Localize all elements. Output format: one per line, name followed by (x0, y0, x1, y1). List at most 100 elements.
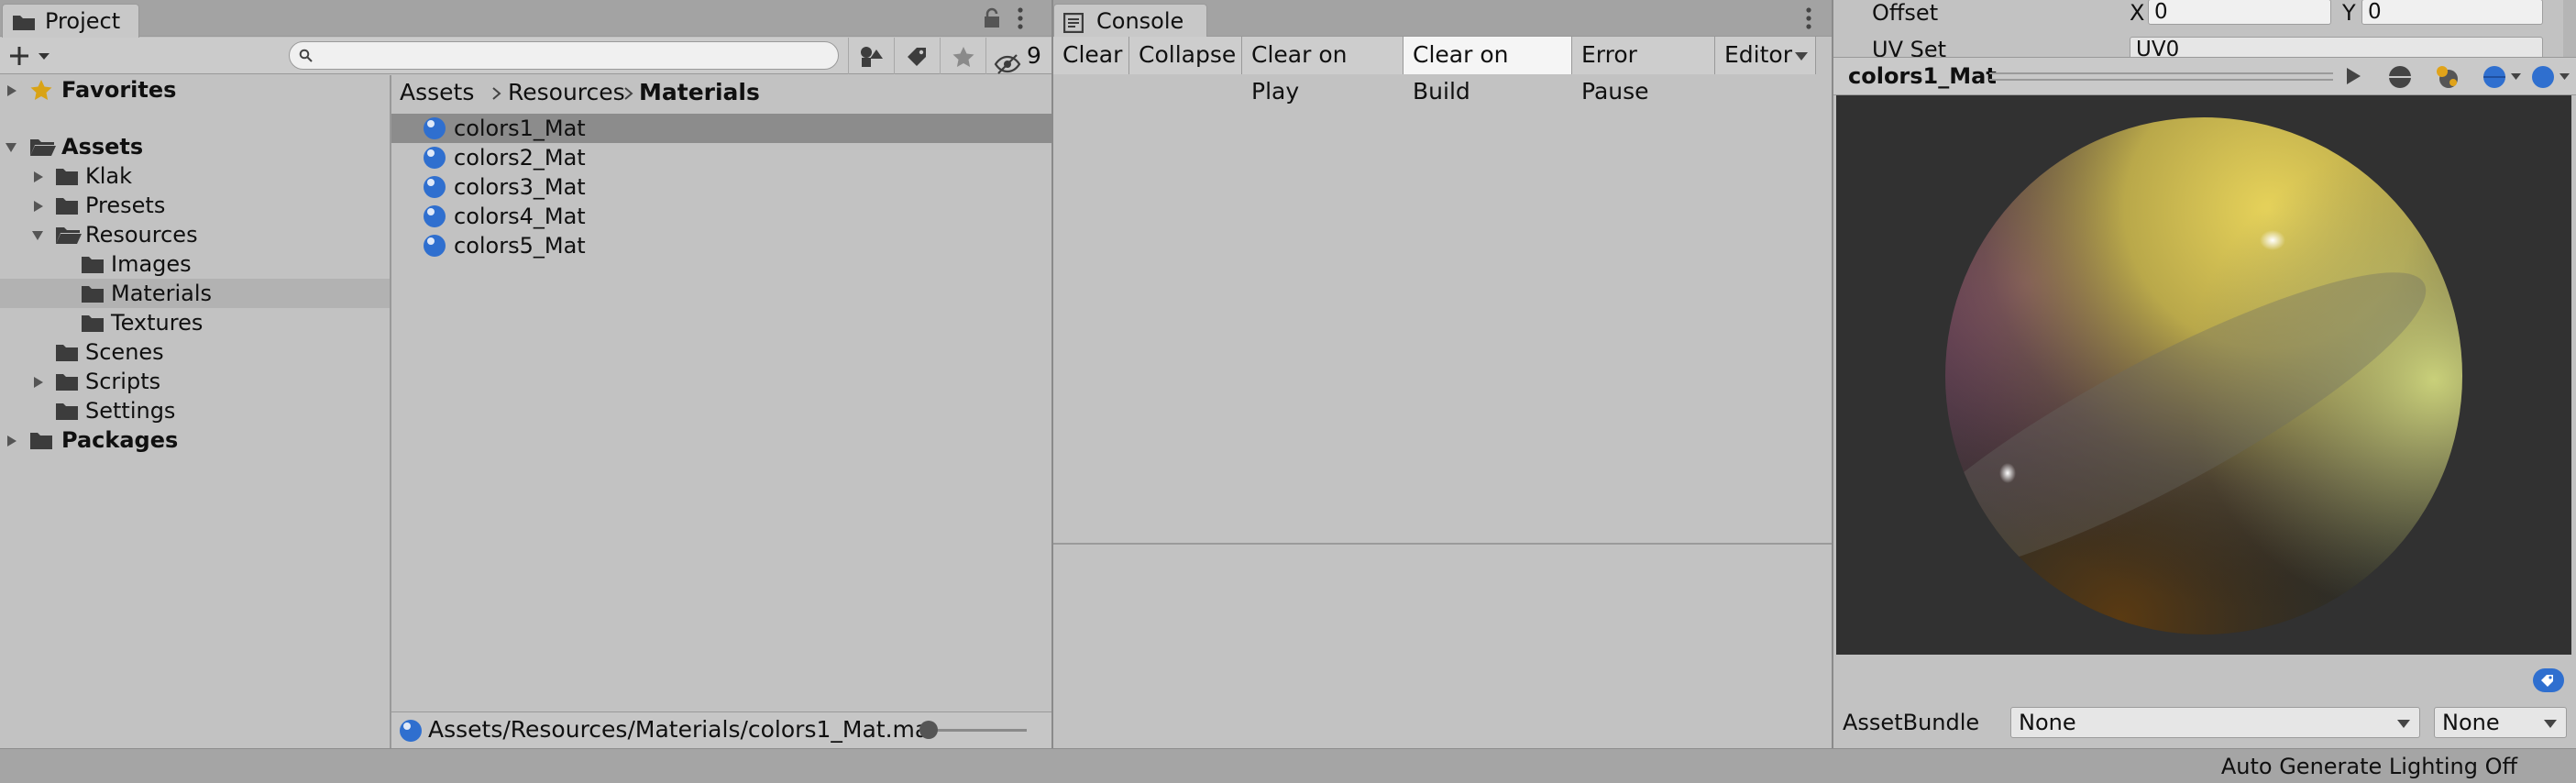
tree-item-favorites[interactable]: Favorites (0, 75, 390, 105)
favorites-filter-button[interactable] (940, 38, 985, 74)
asset-item[interactable]: colors3_Mat (391, 172, 1051, 202)
project-toolbar: 9 (0, 38, 1051, 74)
asset-item[interactable]: colors2_Mat (391, 143, 1051, 172)
tree-item-textures[interactable]: Textures (0, 308, 390, 337)
expand-arrow-icon[interactable] (6, 84, 18, 97)
tree-item-materials[interactable]: Materials (0, 279, 390, 308)
search-input[interactable] (289, 41, 839, 70)
breadcrumb-current[interactable]: Materials (639, 75, 760, 110)
tree-item-label: Klak (85, 163, 133, 189)
create-add-icon[interactable] (9, 45, 55, 67)
project-window: Project 9 Favorites Assets Klak Presets … (0, 0, 1051, 748)
tree-item-assets[interactable]: Assets (0, 132, 390, 161)
assetbundle-section: AssetBundle None None (1833, 655, 2576, 748)
preview-drag-handle[interactable] (1989, 72, 2333, 81)
tree-item-images[interactable]: Images (0, 249, 390, 279)
folder-icon (55, 403, 79, 421)
tree-item-label: Materials (111, 281, 213, 306)
offset-y-field[interactable]: 0 (2361, 0, 2543, 25)
offset-y-label: Y (2342, 0, 2356, 26)
folder-open-icon (29, 138, 57, 157)
more-options-icon[interactable] (2530, 63, 2570, 91)
asset-item-label: colors1_Mat (454, 116, 586, 141)
editor-dropdown[interactable]: Editor (1715, 37, 1816, 74)
assetbundle-variant-dropdown[interactable]: None (2434, 707, 2567, 738)
preview-lighting-icon[interactable] (2434, 63, 2461, 91)
preview-header: colors1_Mat (1833, 57, 2576, 95)
preview-shape-sphere-icon[interactable] (2482, 63, 2522, 91)
console-log-list[interactable] (1053, 75, 1832, 543)
editor-dropdown-label: Editor (1724, 41, 1792, 68)
collapse-arrow-icon[interactable] (31, 229, 44, 242)
assetbundle-label: AssetBundle (1843, 710, 1980, 735)
expand-arrow-icon[interactable] (6, 435, 18, 447)
expand-arrow-icon[interactable] (32, 200, 45, 213)
search-by-label-button[interactable] (894, 38, 940, 74)
collapse-button[interactable]: Collapse (1129, 37, 1242, 74)
breadcrumb-item[interactable]: Assets (400, 75, 474, 110)
asset-item[interactable]: colors5_Mat (391, 231, 1051, 260)
expand-arrow-icon[interactable] (32, 376, 45, 389)
clear-on-play-button[interactable]: Clear on Play (1242, 37, 1404, 105)
folder-icon (55, 168, 79, 186)
asset-item-label: colors4_Mat (454, 204, 586, 229)
folder-icon (81, 314, 105, 333)
more-options-icon[interactable] (1805, 6, 1812, 30)
icon-size-slider-track[interactable] (926, 729, 1027, 732)
tab-console[interactable]: Console (1053, 4, 1207, 38)
asset-item-label: colors3_Mat (454, 174, 586, 200)
tab-project[interactable]: Project (2, 4, 139, 38)
tree-item-resources[interactable]: Resources (0, 220, 390, 249)
clear-button[interactable]: Clear (1053, 37, 1129, 74)
console-tabbar: Console (1053, 0, 1832, 38)
material-sphere-icon (423, 175, 446, 199)
hidden-packages-button[interactable]: 9 (985, 38, 1051, 74)
offset-x-label: X (2130, 0, 2145, 26)
tree-item-settings[interactable]: Settings (0, 396, 390, 425)
play-icon[interactable] (2343, 65, 2363, 87)
tree-item-presets[interactable]: Presets (0, 191, 390, 220)
assetbundle-variant-value: None (2442, 710, 2500, 735)
status-text[interactable]: Auto Generate Lighting Off (2221, 754, 2517, 779)
uvset-value: UV0 (2136, 38, 2180, 57)
collapse-arrow-icon[interactable] (5, 141, 17, 154)
folder-icon (55, 344, 79, 362)
chevron-down-icon (2544, 720, 2557, 728)
uvset-dropdown[interactable]: UV0 (2130, 37, 2543, 57)
console-detail-area[interactable] (1053, 545, 1832, 748)
asset-item[interactable]: colors1_Mat (391, 114, 1051, 143)
breadcrumb-item[interactable]: Resources (508, 75, 625, 110)
error-pause-button[interactable]: Error Pause (1572, 37, 1715, 105)
uvset-label: UV Set (1872, 37, 1947, 57)
expand-arrow-icon[interactable] (32, 171, 45, 183)
search-by-type-button[interactable] (848, 38, 894, 74)
material-preview-sphere (1945, 117, 2462, 634)
material-sphere-icon (423, 204, 446, 228)
icon-size-slider-handle[interactable] (919, 721, 938, 739)
preview-mesh-icon[interactable] (2387, 64, 2413, 90)
assetbundle-value: None (2019, 710, 2076, 735)
tree-item-label: Resources (85, 222, 198, 248)
asset-label-tag-icon[interactable] (2532, 667, 2565, 693)
asset-item-label: colors2_Mat (454, 145, 586, 171)
more-options-icon[interactable] (1017, 6, 1024, 30)
folder-icon (81, 285, 105, 303)
project-tabbar: Project (0, 0, 1051, 38)
tree-item-packages[interactable]: Packages (0, 425, 390, 455)
assetbundle-name-dropdown[interactable]: None (2010, 707, 2420, 738)
tree-item-label: Images (111, 251, 192, 277)
chevron-down-icon (1795, 52, 1808, 61)
asset-item[interactable]: colors4_Mat (391, 202, 1051, 231)
offset-x-field[interactable]: 0 (2148, 0, 2331, 25)
console-icon (1063, 13, 1084, 33)
tree-item-scripts[interactable]: Scripts (0, 367, 390, 396)
material-preview[interactable] (1836, 95, 2571, 655)
selected-asset-path: Assets/Resources/Materials/colors1_Mat.m… (428, 716, 930, 743)
inspector-scrollbar[interactable] (2563, 0, 2576, 57)
tree-item-klak[interactable]: Klak (0, 161, 390, 191)
clear-on-build-button[interactable]: Clear on Build (1404, 37, 1572, 105)
uvset-row: UV Set UV0 (1833, 31, 2576, 57)
tree-item-label: Favorites (61, 77, 177, 103)
lock-icon[interactable] (982, 7, 1002, 29)
tree-item-scenes[interactable]: Scenes (0, 337, 390, 367)
